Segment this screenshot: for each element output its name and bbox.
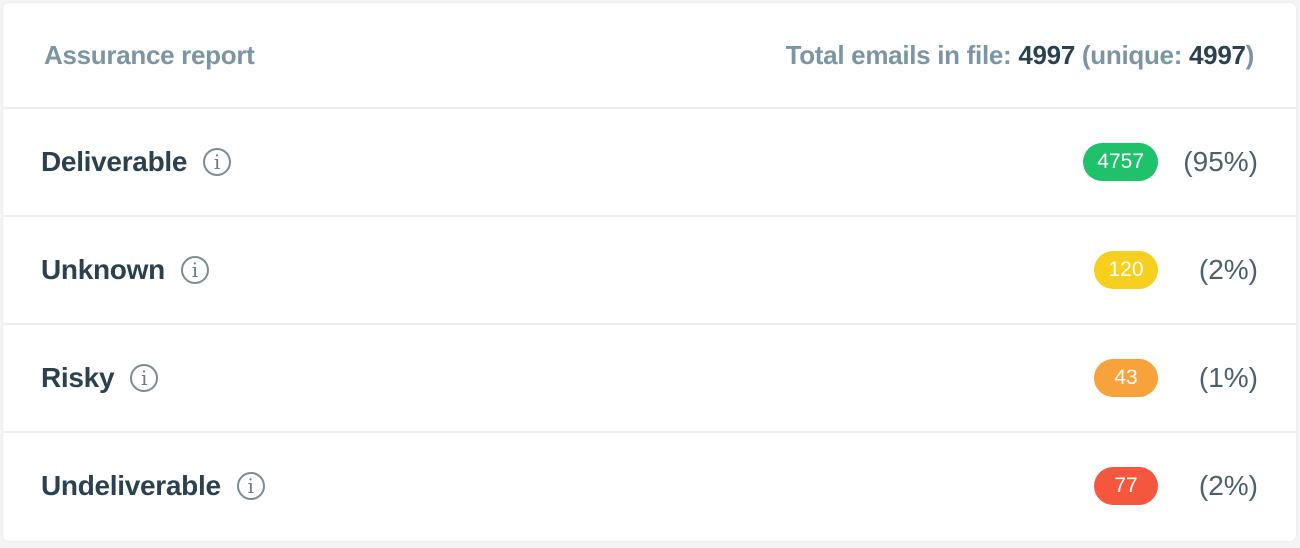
total-label: Total emails in file: bbox=[785, 39, 1012, 70]
row-label: Unknown bbox=[41, 254, 165, 285]
unique-close: ) bbox=[1245, 39, 1255, 70]
count-badge: 4757 bbox=[1083, 143, 1158, 181]
row-unknown: Unknown i 120 (2%) bbox=[3, 217, 1296, 325]
info-icon[interactable]: i bbox=[130, 364, 159, 392]
total-value: 4997 bbox=[1018, 39, 1075, 70]
report-header: Assurance report Total emails in file: 4… bbox=[3, 3, 1296, 109]
info-icon[interactable]: i bbox=[203, 148, 232, 176]
percent-value: (95%) bbox=[1183, 146, 1258, 177]
row-risky: Risky i 43 (1%) bbox=[3, 325, 1296, 433]
unique-value: 4997 bbox=[1189, 39, 1246, 70]
count-badge: 43 bbox=[1094, 359, 1158, 397]
info-icon[interactable]: i bbox=[180, 256, 209, 284]
assurance-report-card: Assurance report Total emails in file: 4… bbox=[3, 3, 1296, 541]
percent-value: (1%) bbox=[1198, 362, 1258, 393]
row-undeliverable: Undeliverable i 77 (2%) bbox=[3, 433, 1296, 539]
percent-value: (2%) bbox=[1198, 254, 1258, 285]
info-icon[interactable]: i bbox=[236, 472, 265, 500]
row-label: Risky bbox=[41, 362, 115, 393]
row-label: Undeliverable bbox=[41, 470, 221, 501]
count-badge: 120 bbox=[1094, 251, 1158, 289]
total-emails-summary: Total emails in file: 4997 (unique: 4997… bbox=[785, 39, 1255, 71]
row-deliverable: Deliverable i 4757 (95%) bbox=[3, 109, 1296, 217]
unique-label: (unique: bbox=[1081, 39, 1183, 70]
count-badge: 77 bbox=[1094, 467, 1158, 505]
percent-value: (2%) bbox=[1198, 470, 1258, 501]
row-label: Deliverable bbox=[41, 146, 188, 177]
report-title: Assurance report bbox=[44, 39, 255, 70]
